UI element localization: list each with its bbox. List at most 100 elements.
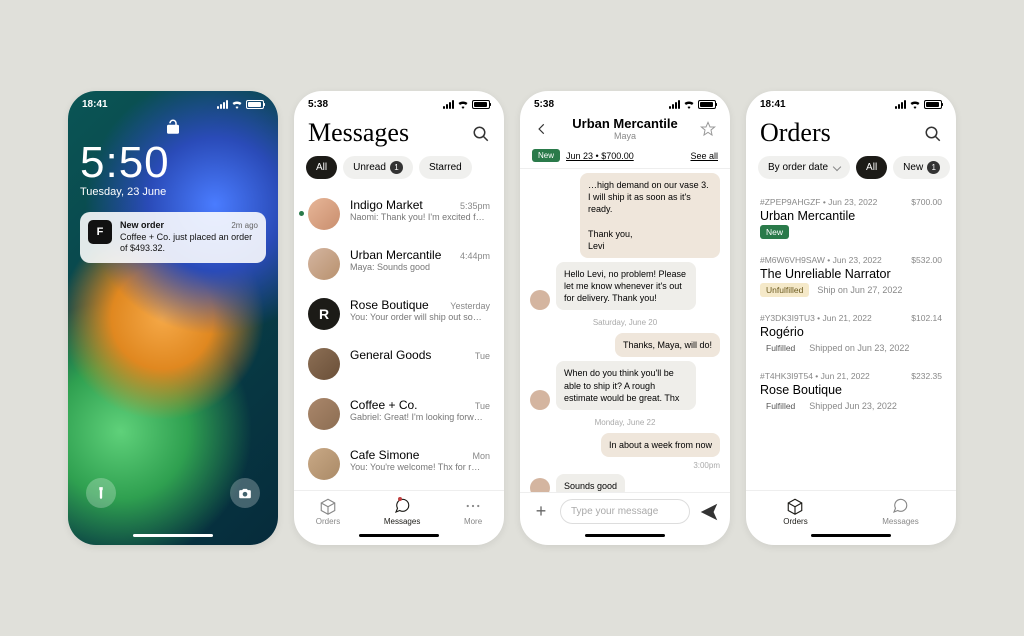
filter-all[interactable]: All: [306, 156, 337, 179]
search-icon[interactable]: [472, 125, 490, 143]
filter-all[interactable]: All: [856, 156, 887, 179]
list-item[interactable]: General GoodsTue: [294, 339, 504, 389]
status-bar: 18:41: [68, 91, 278, 112]
home-indicator[interactable]: [585, 534, 665, 537]
attach-button[interactable]: +: [530, 501, 552, 523]
filter-new[interactable]: New1: [893, 156, 950, 179]
list-item[interactable]: Cafe SimoneMon You: You're welcome! Thx …: [294, 439, 504, 489]
flashlight-icon: [94, 486, 108, 500]
status-bar: 5:38: [520, 91, 730, 112]
send-button[interactable]: [698, 501, 720, 523]
bottom-nav: Orders Messages: [746, 490, 956, 528]
notification-card[interactable]: F New order 2m ago Coffee + Co. just pla…: [80, 212, 266, 263]
notification-app-icon: F: [88, 220, 112, 244]
notification-time: 2m ago: [231, 221, 258, 231]
messages-phone: 5:38 Messages All Unread1 Starred Indigo…: [294, 91, 504, 545]
conversation-header: Urban Mercantile Maya: [520, 112, 730, 145]
list-item[interactable]: Indigo Market5:35pm Naomi: Thank you! I'…: [294, 189, 504, 239]
conversation-title: Urban Mercantile: [552, 116, 698, 131]
status-icons: [443, 100, 490, 109]
chevron-left-icon: [535, 122, 549, 136]
order-item[interactable]: #ZPEP9AHGZF • Jun 23, 2022$700.00 Urban …: [760, 189, 942, 247]
home-indicator[interactable]: [811, 534, 891, 537]
page-title: Orders: [746, 112, 845, 156]
order-item[interactable]: #T4HK3I9T54 • Jun 21, 2022$232.35 Rose B…: [760, 363, 942, 421]
lock-clock: 5:50: [80, 138, 266, 188]
signal-icon: [217, 100, 228, 109]
status-badge: Fulfilled: [760, 399, 801, 413]
avatar: [308, 198, 340, 230]
filter-row: By order date All New1 Unfu: [746, 156, 956, 189]
home-indicator[interactable]: [133, 534, 213, 537]
page-title: Messages: [294, 112, 423, 156]
battery-icon: [698, 100, 716, 109]
date-separator: Saturday, June 20: [530, 318, 720, 327]
wifi-icon: [231, 100, 243, 109]
signal-icon: [669, 100, 680, 109]
battery-icon: [246, 100, 264, 109]
order-item[interactable]: #Y3DK3I9TU3 • Jun 21, 2022$102.14 Rogéri…: [760, 305, 942, 363]
nav-orders[interactable]: Orders: [316, 497, 340, 526]
home-indicator[interactable]: [359, 534, 439, 537]
star-icon: [700, 121, 716, 137]
message-out: In about a week from now: [601, 433, 720, 457]
orders-phone: 18:41 Orders By order date All New1 Unfu…: [746, 91, 956, 545]
date-separator: Monday, June 22: [530, 418, 720, 427]
filter-row: All Unread1 Starred: [294, 156, 504, 189]
status-time: 5:38: [534, 99, 554, 110]
lockscreen-phone: 18:41 5:50 Tuesday, 23 June F New order …: [68, 91, 278, 545]
battery-icon: [472, 100, 490, 109]
box-icon: [786, 497, 804, 515]
avatar: [530, 390, 550, 410]
message-list[interactable]: Indigo Market5:35pm Naomi: Thank you! I'…: [294, 189, 504, 490]
status-time: 18:41: [82, 99, 108, 110]
list-item[interactable]: R Rose BoutiqueYesterday You: Your order…: [294, 289, 504, 339]
signal-icon: [443, 100, 454, 109]
filter-unread[interactable]: Unread1: [343, 156, 413, 179]
nav-orders[interactable]: Orders: [783, 497, 807, 526]
chat-icon: [393, 497, 411, 515]
message-out: …high demand on our vase 3. I will ship …: [580, 173, 720, 258]
lock-date: Tuesday, 23 June: [80, 186, 266, 198]
avatar: [308, 398, 340, 430]
orders-list[interactable]: #ZPEP9AHGZF • Jun 23, 2022$700.00 Urban …: [746, 189, 956, 490]
avatar: [308, 248, 340, 280]
order-item[interactable]: #M6W6VH9SAW • Jun 23, 2022$532.00 The Un…: [760, 247, 942, 305]
notification-title: New order: [120, 220, 164, 232]
see-all-link[interactable]: See all: [690, 151, 718, 161]
message-in: Hello Levi, no problem! Please let me kn…: [556, 262, 696, 310]
order-context-bar: New Jun 23 • $700.00 See all: [520, 145, 730, 169]
unread-dot: [299, 211, 304, 216]
battery-icon: [924, 100, 942, 109]
camera-icon: [238, 486, 252, 500]
star-button[interactable]: [698, 119, 718, 139]
nav-messages[interactable]: Messages: [384, 497, 420, 526]
filter-starred[interactable]: Starred: [419, 156, 472, 179]
nav-more[interactable]: More: [464, 497, 482, 526]
order-link[interactable]: Jun 23 • $700.00: [566, 151, 634, 161]
status-bar: 5:38: [294, 91, 504, 112]
avatar: R: [308, 298, 340, 330]
status-bar: 18:41: [746, 91, 956, 112]
chat-body[interactable]: …high demand on our vase 3. I will ship …: [520, 169, 730, 492]
back-button[interactable]: [532, 119, 552, 139]
avatar: [530, 290, 550, 310]
status-badge: Unfulfilled: [760, 283, 809, 297]
list-item[interactable]: Urban Mercantile4:44pm Maya: Sounds good: [294, 239, 504, 289]
compose-row: + Type your message: [520, 492, 730, 528]
camera-button[interactable]: [230, 478, 260, 508]
conversation-phone: 5:38 Urban Mercantile Maya New Jun 23 • …: [520, 91, 730, 545]
search-icon[interactable]: [924, 125, 942, 143]
sort-dropdown[interactable]: By order date: [758, 156, 850, 179]
flashlight-button[interactable]: [86, 478, 116, 508]
wifi-icon: [457, 100, 469, 109]
wifi-icon: [683, 100, 695, 109]
bottom-nav: Orders Messages More: [294, 490, 504, 528]
compose-input[interactable]: Type your message: [560, 499, 690, 524]
nav-messages[interactable]: Messages: [882, 497, 918, 526]
list-item[interactable]: Coffee + Co.Tue Gabriel: Great! I'm look…: [294, 389, 504, 439]
status-badge: Fulfilled: [760, 341, 801, 355]
status-icons: [895, 100, 942, 109]
conversation-subtitle: Maya: [552, 131, 698, 141]
timestamp: 3:00pm: [530, 461, 720, 470]
